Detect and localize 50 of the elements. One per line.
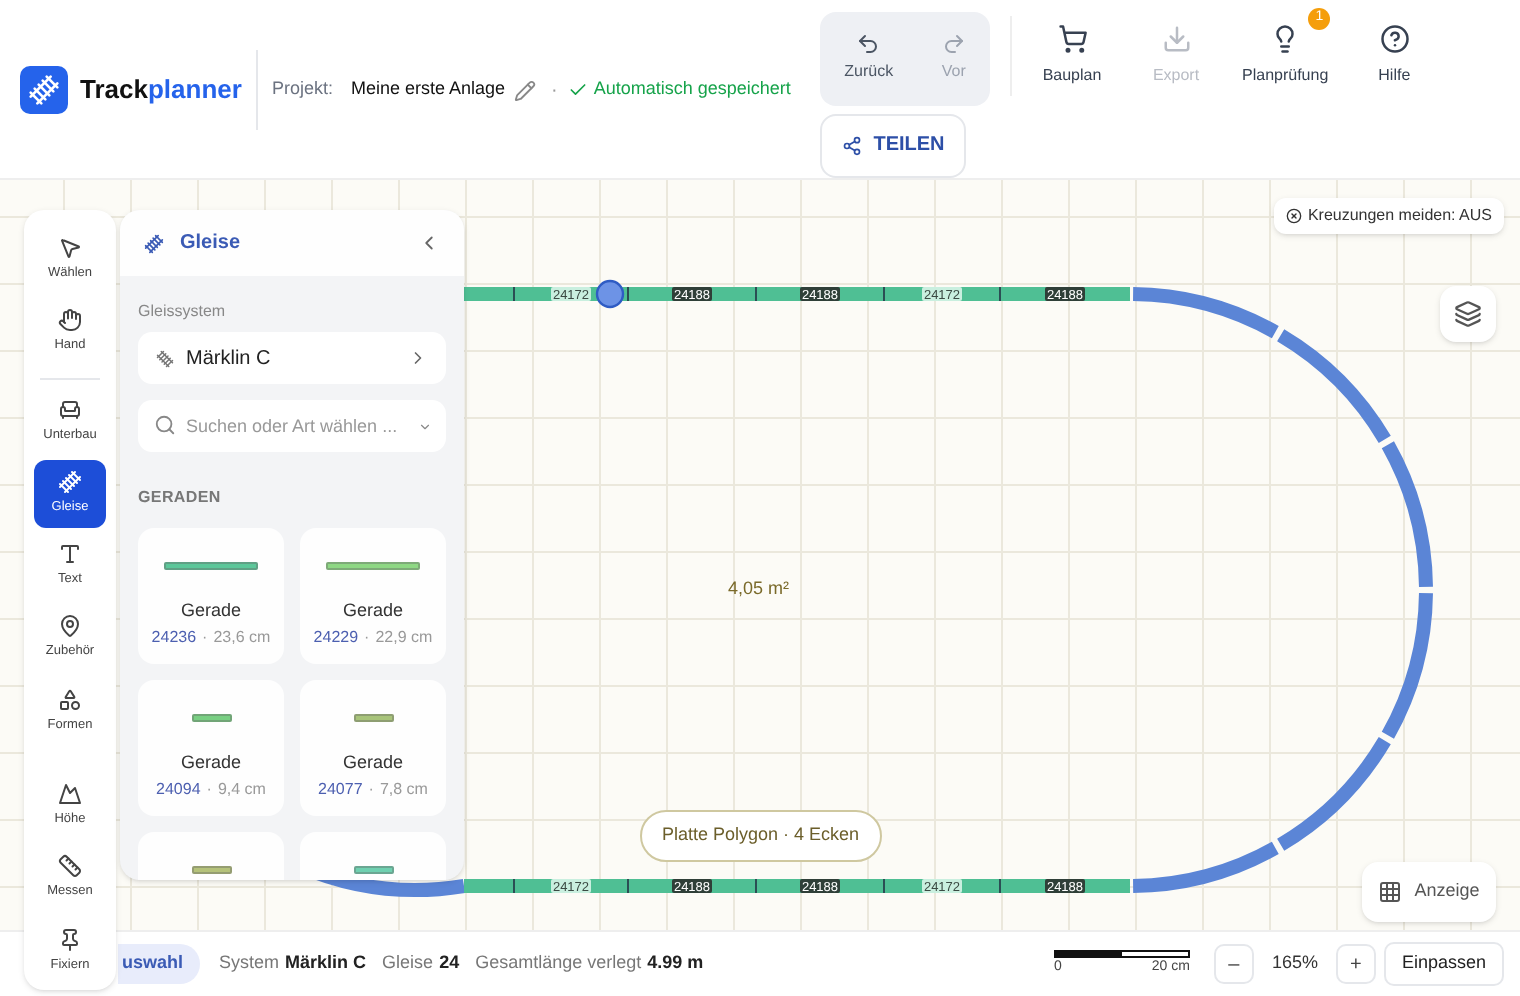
system-value: Märklin C bbox=[285, 950, 367, 977]
track-length: 23,6 cm bbox=[213, 625, 271, 649]
area-label: 4,05 m² bbox=[728, 576, 790, 602]
track-name: Gerade bbox=[342, 750, 404, 776]
separator-dot: · bbox=[551, 77, 558, 105]
length-label: Gesamtlänge verlegt bbox=[475, 950, 642, 977]
system-select[interactable]: Märklin C bbox=[138, 332, 446, 384]
length-value: 4.99 m bbox=[647, 950, 704, 977]
track-name: Gerade bbox=[180, 598, 242, 624]
crossings-toggle[interactable]: Kreuzungen meiden: AUS bbox=[1273, 198, 1504, 234]
save-status: Automatisch gespeichert bbox=[593, 76, 791, 103]
panel-title: Gleise bbox=[180, 230, 241, 258]
article-number: 24229 bbox=[313, 625, 359, 649]
track-length: 9,4 cm bbox=[217, 777, 266, 801]
separator-dot: · bbox=[206, 777, 212, 801]
separator-dot: · bbox=[368, 777, 374, 801]
share-button[interactable]: TEILEN bbox=[820, 113, 966, 178]
brand-name-end: planner bbox=[147, 72, 242, 109]
track-name: Gerade bbox=[342, 598, 404, 624]
fit-button[interactable]: Einpassen bbox=[1383, 942, 1504, 986]
track-name: Gerade bbox=[180, 750, 242, 776]
project-name[interactable]: Meine erste Anlage bbox=[350, 76, 506, 104]
search-field[interactable]: Suchen oder Art wählen ... bbox=[138, 400, 446, 452]
separator-dot: · bbox=[202, 625, 208, 649]
track-card[interactable]: Gerade 24229 · 22,9 cm bbox=[300, 528, 446, 664]
zoom-level: 165% bbox=[1271, 950, 1318, 977]
article-number: 24236 bbox=[151, 625, 197, 649]
section-heading: GERADEN bbox=[138, 486, 223, 510]
history-button[interactable]: Zurück bbox=[838, 32, 900, 85]
toolbar-button[interactable]: Bauplan bbox=[1024, 8, 1120, 88]
selection-badge[interactable]: uswahl bbox=[118, 944, 200, 984]
track-card[interactable]: Gerade 24077 · 7,8 cm bbox=[300, 680, 446, 816]
tracks-value: 24 bbox=[439, 950, 460, 977]
zoom-in-button[interactable]: + bbox=[1335, 944, 1376, 984]
brand-name-start: Track bbox=[80, 72, 148, 109]
track-card[interactable]: Gerade 24094 · 9,4 cm bbox=[138, 680, 284, 816]
project-label: Projekt: bbox=[271, 76, 333, 103]
toolbar-button[interactable]: Hilfe bbox=[1346, 8, 1443, 88]
article-number: 24077 bbox=[318, 777, 363, 801]
separator-dot: · bbox=[364, 625, 370, 649]
display-button[interactable]: Anzeige bbox=[1362, 862, 1496, 922]
shape-label[interactable]: Platte Polygon · 4 Ecken bbox=[640, 810, 882, 861]
system-label: System bbox=[219, 950, 280, 977]
track-length: 7,8 cm bbox=[379, 777, 428, 801]
section-label: Gleissystem bbox=[138, 300, 228, 324]
zoom-out-button[interactable]: – bbox=[1213, 944, 1254, 984]
track-card[interactable]: Gerade 24236 · 23,6 cm bbox=[138, 528, 284, 664]
article-number: 24094 bbox=[156, 777, 201, 801]
track-length: 22,9 cm bbox=[375, 625, 433, 649]
tracks-label: Gleise bbox=[382, 950, 434, 977]
